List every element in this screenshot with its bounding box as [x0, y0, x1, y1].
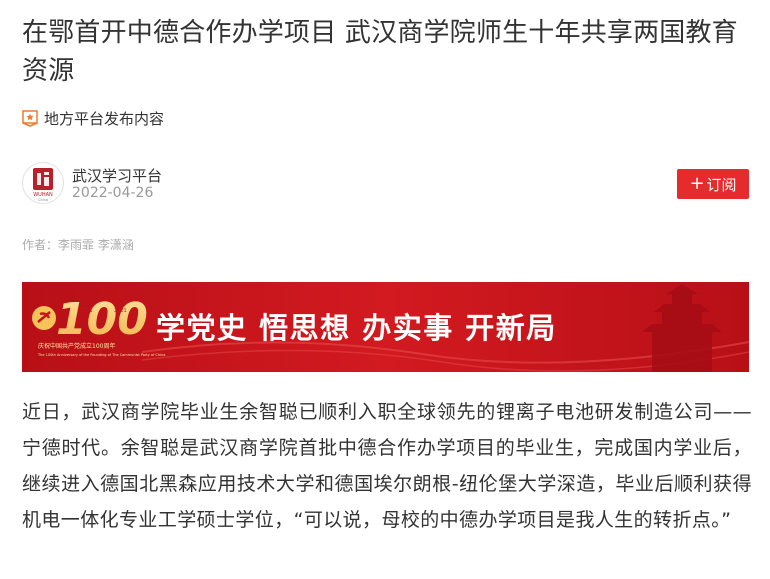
author-byline: 作者：李雨霏 李潇涵 — [22, 238, 134, 252]
plus-icon: + — [689, 173, 705, 194]
account-header: WUHAN China 武汉学习平台 2022-04-26 + 订阅 — [22, 162, 749, 204]
banner-slogan: 学党史 悟思想 办实事 开新局 — [156, 311, 557, 345]
subscribe-button[interactable]: + 订阅 — [677, 169, 749, 199]
source-label: 地方平台发布内容 — [44, 109, 165, 128]
emblem-caption-en: The 100th Anniversary of the Founding of… — [37, 353, 165, 357]
emblem-year-left: 1921 — [80, 308, 93, 314]
emblem-number: 100 — [56, 294, 148, 345]
subscribe-label: 订阅 — [706, 175, 737, 194]
emblem-caption: 庆祝中国共产党成立100周年 — [38, 342, 115, 350]
avatar-logo-subtext: China — [38, 198, 48, 202]
badge-star-icon — [22, 109, 38, 127]
article-title: 在鄂首开中德合作办学项目 武汉商学院师生十年共享两国教育资源 — [22, 18, 738, 86]
account-name[interactable]: 武汉学习平台 — [72, 165, 162, 186]
publish-date: 2022-04-26 — [72, 185, 154, 201]
source-tag: 地方平台发布内容 — [22, 107, 164, 129]
article-paragraph: 近日，武汉商学院毕业生余智聪已顺利入职全球领先的锂离子电池研发制造公司——宁德时… — [22, 401, 752, 531]
avatar[interactable]: WUHAN China — [22, 162, 64, 204]
emblem-year-right: 2021 — [114, 308, 127, 314]
banner-image: 100 1921 2021 庆祝中国共产党成立100周年 The 100th A… — [22, 282, 749, 372]
